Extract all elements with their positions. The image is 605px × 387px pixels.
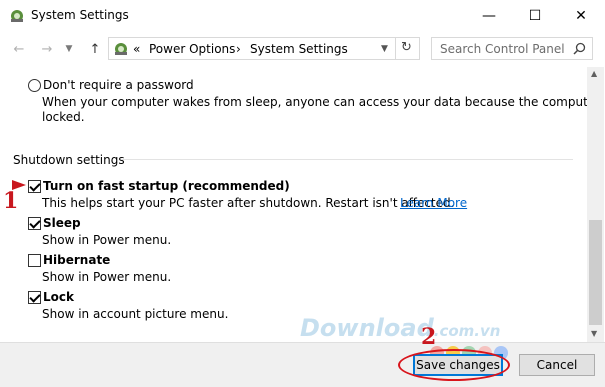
up-arrow-icon: ↑ (89, 41, 101, 57)
sleep-checkbox[interactable] (28, 217, 41, 230)
learn-more-link[interactable]: Learn More (400, 196, 467, 210)
search-icon[interactable] (573, 42, 586, 55)
annotation-marker-2: 2 (421, 324, 437, 350)
control-panel-icon (115, 43, 127, 55)
hibernate-label[interactable]: Hibernate (43, 253, 110, 267)
dialog-footer (0, 342, 605, 387)
control-panel-icon (11, 10, 23, 22)
search-input[interactable]: Search Control Panel (431, 37, 593, 60)
up-button[interactable]: ↑ (86, 40, 104, 58)
no-password-label[interactable]: Don't require a password (43, 78, 194, 92)
minimize-button[interactable]: — (466, 0, 512, 31)
address-divider (395, 38, 396, 59)
maximize-button[interactable]: ☐ (512, 0, 558, 31)
search-placeholder: Search Control Panel (440, 42, 565, 56)
annotation-marker-1: 1 (3, 188, 19, 214)
no-password-description: When your computer wakes from sleep, any… (42, 95, 605, 109)
vertical-scrollbar[interactable]: ▲ ▼ (587, 67, 604, 342)
minimize-icon: — (482, 7, 496, 24)
section-divider (121, 159, 573, 160)
close-icon: ✕ (575, 7, 587, 24)
breadcrumb-separator: › (236, 42, 241, 56)
no-password-radio[interactable] (28, 79, 41, 92)
cancel-button[interactable]: Cancel (519, 354, 595, 376)
breadcrumb-power-options[interactable]: Power Options (149, 42, 235, 56)
sleep-label[interactable]: Sleep (43, 216, 81, 230)
scroll-down-icon[interactable]: ▼ (591, 329, 597, 338)
watermark-text: Download (300, 314, 434, 342)
back-arrow-icon: ← (13, 41, 25, 57)
fast-startup-label[interactable]: Turn on fast startup (recommended) (43, 179, 290, 193)
hibernate-checkbox[interactable] (28, 254, 41, 267)
lock-description: Show in account picture menu. (42, 307, 229, 321)
forward-button[interactable]: → (38, 40, 56, 58)
breadcrumb-overflow[interactable]: « (133, 42, 140, 56)
back-button[interactable]: ← (10, 40, 28, 58)
recent-locations-button[interactable]: ▼ (60, 40, 78, 58)
sleep-description: Show in Power menu. (42, 233, 172, 247)
fast-startup-checkbox[interactable] (28, 180, 41, 193)
address-box[interactable]: « Power Options › System Settings ▼ ↻ (108, 37, 420, 60)
maximize-icon: ☐ (528, 7, 542, 24)
fast-startup-description: This helps start your PC faster after sh… (42, 196, 455, 210)
scroll-up-icon[interactable]: ▲ (591, 69, 597, 78)
cancel-label: Cancel (536, 358, 578, 372)
watermark-suffix: .com.vn (433, 322, 501, 340)
watermark: Download.com.vn (300, 314, 500, 342)
window-title: System Settings (31, 8, 129, 22)
scrollbar-thumb[interactable] (589, 220, 602, 325)
shutdown-settings-header: Shutdown settings (13, 153, 125, 167)
lock-checkbox[interactable] (28, 291, 41, 304)
lock-label[interactable]: Lock (43, 290, 74, 304)
chevron-down-icon: ▼ (65, 44, 73, 54)
title-bar: System Settings — ☐ ✕ (0, 0, 605, 31)
refresh-icon[interactable]: ↻ (401, 40, 412, 55)
breadcrumb-system-settings[interactable]: System Settings (250, 42, 348, 56)
hibernate-description: Show in Power menu. (42, 270, 172, 284)
annotation-arrow-icon (12, 180, 26, 190)
close-button[interactable]: ✕ (558, 0, 604, 31)
no-password-description-cont: locked. (42, 110, 85, 124)
highlight-ring (398, 349, 510, 381)
forward-arrow-icon: → (41, 41, 53, 57)
address-dropdown-icon[interactable]: ▼ (381, 44, 388, 54)
